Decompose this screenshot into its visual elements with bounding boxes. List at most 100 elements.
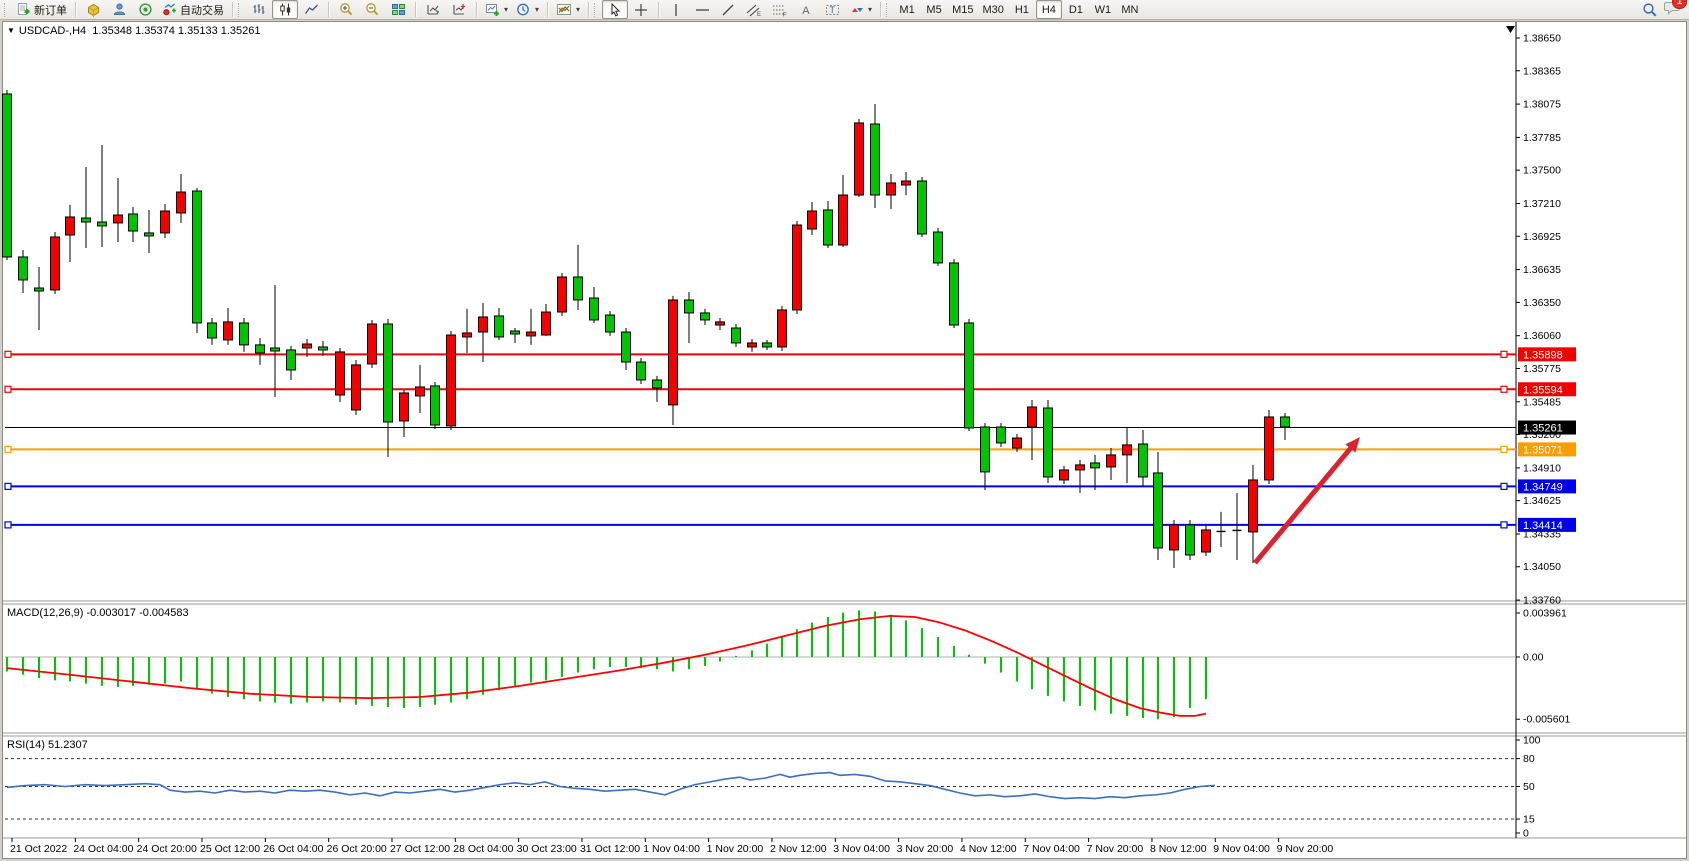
market-button[interactable] [80, 0, 106, 19]
line-handle[interactable] [1501, 351, 1507, 357]
line-handle[interactable] [5, 483, 11, 489]
crosshair-tool-button[interactable] [628, 0, 654, 19]
date-axis-label: 25 Oct 12:00 [200, 843, 260, 855]
auto-scroll-button[interactable] [420, 0, 446, 19]
candle-body [98, 222, 107, 226]
trendline-tool-button[interactable] [715, 0, 741, 19]
date-axis-label: 24 Oct 04:00 [73, 843, 133, 855]
indicators-button[interactable]: ▾ [552, 0, 584, 19]
candle-body [384, 324, 393, 422]
timeframe-button-M30[interactable]: M30 [978, 0, 1007, 19]
candle-body [479, 317, 488, 332]
timeframe-button-M1[interactable]: M1 [894, 0, 920, 19]
tile-windows-button[interactable] [385, 0, 411, 19]
date-axis-label: 28 Oct 04:00 [453, 843, 513, 855]
signals-button[interactable] [106, 0, 132, 19]
auto-scroll-icon [426, 2, 441, 17]
candle-body [368, 324, 377, 364]
candle-body [1154, 473, 1163, 548]
line-handle[interactable] [1501, 386, 1507, 392]
candle-body [336, 352, 345, 395]
text-label-tool-button[interactable]: T [819, 0, 845, 19]
candle-body [1249, 480, 1258, 532]
chart-shift-button[interactable] [446, 0, 472, 19]
collapse-triangle-icon[interactable]: ▼ [7, 26, 15, 35]
macd-axis-tick-label: 0.00 [1523, 652, 1544, 664]
search-button[interactable] [1637, 0, 1663, 19]
timeframe-button-D1[interactable]: D1 [1063, 0, 1089, 19]
cursor-tool-button[interactable] [602, 0, 628, 19]
search-icon [1642, 2, 1658, 18]
candle-body [637, 362, 646, 380]
date-axis-label: 3 Nov 04:00 [833, 843, 890, 855]
rsi-axis-tick-label: 50 [1523, 781, 1535, 793]
timeframe-button-M15[interactable]: M15 [948, 0, 977, 19]
candle-body [129, 214, 138, 231]
chart-title: ▼USDCAD-,H4 1.35348 1.35374 1.35133 1.35… [7, 25, 261, 37]
price-axis-tick-label: 1.38365 [1523, 65, 1561, 77]
equidistant-channel-tool-button[interactable]: E [741, 0, 767, 19]
candle-body [808, 211, 817, 229]
timeframe-button-M5[interactable]: M5 [921, 0, 947, 19]
chart-shift-marker[interactable] [1506, 26, 1515, 33]
timeframe-button-H4[interactable]: H4 [1036, 0, 1062, 19]
axis-price-label: 1.35071 [1523, 444, 1563, 456]
candle-body [400, 393, 409, 421]
broadcast-button[interactable] [132, 0, 158, 19]
line-handle[interactable] [5, 351, 11, 357]
chart-canvas[interactable]: 1.386501.383651.380751.377851.375001.372… [0, 0, 1689, 861]
candle-body [1186, 525, 1195, 555]
line-handle[interactable] [5, 522, 11, 528]
zoom-out-button[interactable] [359, 0, 385, 19]
price-axis-tick-label: 1.36925 [1523, 231, 1561, 243]
arrow-objects-icon [849, 3, 864, 17]
line-handle[interactable] [1501, 483, 1507, 489]
line-handle[interactable] [1501, 446, 1507, 452]
timeframe-button-H1[interactable]: H1 [1009, 0, 1035, 19]
periodicity-button[interactable]: ▾ [512, 0, 543, 19]
chat-button[interactable]: 1 [1663, 0, 1680, 20]
fibonacci-tool-button[interactable]: F [767, 0, 793, 19]
candle-body [1091, 463, 1100, 468]
candle-body [431, 386, 440, 425]
candle-body [701, 313, 710, 320]
timeframe-button-W1[interactable]: W1 [1090, 0, 1116, 19]
vertical-line-tool-button[interactable] [663, 0, 689, 19]
new-chart-icon [485, 2, 500, 17]
autotrading-button[interactable]: 自动交易 [158, 0, 228, 19]
candle-body [416, 387, 425, 396]
line-handle[interactable] [5, 446, 11, 452]
line-chart-type-button[interactable] [298, 0, 324, 19]
candle-body [271, 348, 280, 351]
candle-body [447, 335, 456, 426]
candle-body [1028, 407, 1037, 427]
candle-body [965, 323, 974, 428]
horizontal-line-tool-button[interactable] [689, 0, 715, 19]
new-order-button[interactable]: 新订单 [12, 0, 71, 19]
signals-person-icon [112, 2, 127, 17]
candle-body [778, 310, 787, 347]
line-handle[interactable] [1501, 522, 1507, 528]
bar-chart-type-button[interactable] [246, 0, 272, 19]
date-axis-label: 7 Nov 04:00 [1023, 843, 1080, 855]
date-axis-label: 24 Oct 20:00 [137, 843, 197, 855]
candle-body [287, 350, 296, 370]
timeframe-button-MN[interactable]: MN [1117, 0, 1143, 19]
candlestick-chart-type-button[interactable] [272, 0, 298, 19]
rsi-indicator-label: RSI(14) 51.2307 [7, 739, 88, 751]
dropdown-caret-icon: ▾ [576, 5, 580, 14]
text-tool-button[interactable]: A [793, 0, 819, 19]
line-handle[interactable] [5, 386, 11, 392]
svg-text:T: T [829, 5, 835, 15]
macd-indicator-label: MACD(12,26,9) -0.003017 -0.004583 [7, 607, 189, 619]
price-axis-tick-label: 1.37500 [1523, 165, 1561, 177]
new-chart-button[interactable]: ▾ [481, 0, 512, 19]
date-axis-label: 8 Nov 12:00 [1150, 843, 1207, 855]
cursor-icon [609, 3, 622, 17]
arrows-tool-button[interactable]: ▾ [845, 0, 876, 19]
separator [547, 2, 548, 17]
axis-price-label: 1.34414 [1523, 520, 1563, 532]
zoom-in-button[interactable] [333, 0, 359, 19]
candle-body [732, 328, 741, 343]
price-axis-tick-label: 1.36350 [1523, 297, 1561, 309]
